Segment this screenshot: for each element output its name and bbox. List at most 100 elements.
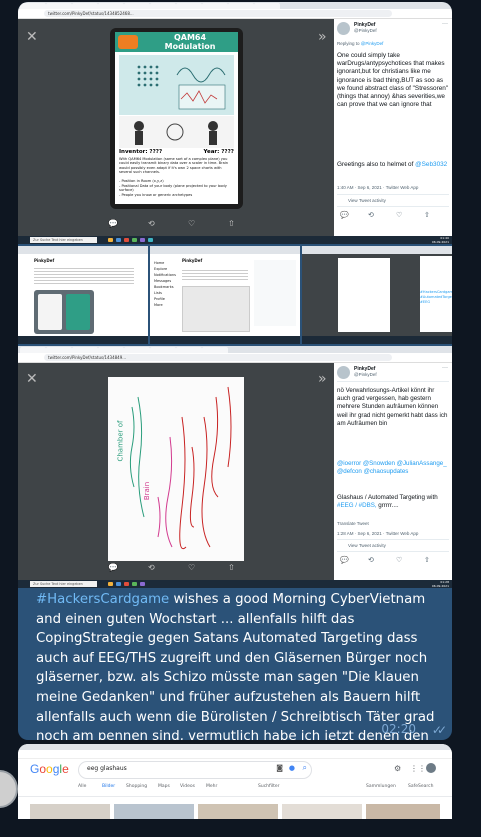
card-bullet: - People you know or generic archetypes — [119, 193, 193, 197]
image-viewer: ✕ » QAM64 Modulation Inventor: ???? Year… — [18, 19, 452, 236]
translate-link[interactable]: Translate Tweet — [337, 521, 369, 526]
replying-to: Replying to @PinkyDef — [337, 41, 384, 46]
tweet-panel: PinkyDef @PinkyDef ··· nö Verwahrlosungs… — [334, 363, 452, 580]
strip-thumb-mid[interactable]: Home Explore Notifications Messages Bookmark… — [150, 246, 300, 344]
taskbar-clock: 01:40 06.09.2021 — [431, 236, 449, 244]
handwritten-label: Chamber of — [116, 420, 125, 462]
tab-shopping[interactable]: Shopping — [126, 784, 147, 789]
tab-all[interactable]: Alle — [78, 784, 86, 789]
hashtag-link[interactable]: #EEG / #DBS, — [337, 502, 377, 509]
card-title: QAM64 — [173, 33, 207, 42]
image-viewer: ✕ » Chamber of Brain 💬 ⟲ ♡ ⇧ PinkyDef @P… — [18, 363, 452, 580]
retweet-icon[interactable]: ⟲ — [368, 556, 374, 564]
saved-button[interactable]: Sammlungen — [366, 784, 396, 789]
safesearch-button[interactable]: SafeSearch — [408, 784, 433, 789]
camera-icon[interactable]: ◙ — [276, 764, 283, 772]
google-tabs: Alle Bilder Shopping Maps Videos Mehr Su… — [78, 784, 318, 792]
reply-icon[interactable]: 💬 — [340, 556, 349, 564]
share-icon[interactable]: ⇧ — [228, 219, 235, 228]
image-result[interactable] — [114, 804, 194, 819]
caption-hashtag[interactable]: #HackersCardgame — [36, 592, 169, 607]
tab-more[interactable]: Mehr — [206, 784, 217, 789]
thumb-nav: Home Explore Notifications Messages Bookmark… — [154, 261, 176, 307]
card-year: Year: ???? — [203, 149, 234, 155]
thumb-hashtag: #EEG — [420, 300, 431, 304]
screenshot-strip[interactable]: PinkyDef Home Explore Notifications Message… — [18, 246, 452, 344]
tweet-author-handle[interactable]: @PinkyDef — [354, 372, 377, 377]
card-inventor: Inventor: ???? — [119, 149, 163, 155]
tab-maps[interactable]: Maps — [158, 784, 170, 789]
view-activity-link[interactable]: View Tweet activity — [348, 543, 386, 548]
person-illustration — [119, 116, 234, 148]
view-activity-link[interactable]: View Tweet activity — [348, 198, 386, 203]
tweet-timestamp[interactable]: 1:40 AM · Sep 6, 2021 · Twitter Web App — [337, 185, 418, 190]
taskbar-search[interactable]: Zur Suche Text hier eingeben — [30, 581, 97, 587]
qam64-card: QAM64 Modulation Inventor: ???? Year: ??… — [110, 28, 243, 209]
url-field[interactable]: twitter.com/PinkyDef/status/1434852468..… — [44, 10, 392, 17]
screenshot-twitter-drawing[interactable]: twitter.com/PinkyDef/status/1434849... ✕… — [18, 346, 452, 588]
thumb-title: PinkyDef — [182, 258, 203, 263]
retweet-icon[interactable]: ⟲ — [148, 219, 155, 228]
replying-handle[interactable]: @PinkyDef — [361, 41, 384, 46]
search-icon[interactable]: ⌕ — [303, 763, 307, 773]
tab-images[interactable]: Bilder — [102, 784, 115, 789]
avatar[interactable] — [426, 763, 436, 773]
tweet-author-handle[interactable]: @PinkyDef — [354, 28, 377, 33]
taskbar-search[interactable]: Zur Suche Text hier eingeben — [30, 237, 97, 243]
image-result[interactable] — [30, 804, 110, 819]
more-icon[interactable]: ··· — [442, 21, 448, 27]
like-icon[interactable]: ♡ — [188, 563, 195, 572]
google-logo[interactable]: Google — [30, 762, 69, 776]
apps-icon[interactable]: ⋮⋮ — [410, 764, 426, 773]
browser-tabbar — [18, 346, 452, 353]
mention-link[interactable]: @Seb3032 — [415, 161, 447, 168]
tweet-timestamp[interactable]: 1:28 AM · Sep 6, 2021 · Twitter Web App — [337, 531, 418, 536]
reply-icon[interactable]: 💬 — [108, 563, 118, 572]
message-time: 02:20 — [381, 722, 416, 736]
forward-icon[interactable]: » — [318, 29, 327, 45]
search-query[interactable]: eeg glashaus — [87, 765, 127, 772]
taskbar: Zur Suche Text hier eingeben 01:28 06.09.… — [18, 580, 452, 588]
card-bullet: - Positional Data of your body (plane pr… — [119, 184, 227, 193]
image-result[interactable] — [198, 804, 278, 819]
like-icon[interactable]: ♡ — [188, 219, 195, 228]
strip-thumb-left[interactable]: PinkyDef — [18, 246, 148, 344]
close-icon[interactable]: ✕ — [26, 29, 38, 45]
sender-avatar[interactable] — [0, 770, 18, 808]
caption-text: wishes a good Morning CyberVietnam and e… — [36, 592, 435, 740]
url-field[interactable]: twitter.com/PinkyDef/status/1434849... — [44, 354, 392, 361]
card-description: With QAM64 Modulation (same sort of a co… — [119, 157, 229, 175]
reply-icon[interactable]: 💬 — [108, 219, 118, 228]
tools-button[interactable]: Suchfilter — [258, 784, 280, 789]
browser-urlbar: twitter.com/PinkyDef/status/1434852468..… — [18, 9, 452, 19]
tweet-tail: Glashaus / Automated Targeting with #EEG… — [337, 494, 438, 510]
tweet-mentions[interactable]: @ioerror @Snowden @JulianAssange_ @defco… — [337, 460, 449, 476]
share-icon[interactable]: ⇧ — [228, 563, 235, 572]
like-icon[interactable]: ♡ — [396, 211, 402, 219]
read-checks-icon: ✓✓ — [431, 723, 447, 737]
like-icon[interactable]: ♡ — [396, 556, 402, 564]
message-bubble[interactable]: twitter.com/PinkyDef/status/1434852468..… — [18, 2, 452, 740]
browser-tabbar — [18, 2, 452, 9]
more-icon[interactable]: ··· — [442, 365, 448, 371]
share-icon[interactable]: ⇧ — [424, 556, 430, 564]
google-search-box[interactable]: eeg glashaus ◙ ● ⌕ — [78, 761, 312, 779]
constellation-diagram — [119, 55, 234, 115]
settings-icon[interactable]: ⚙ — [394, 764, 401, 773]
retweet-icon[interactable]: ⟲ — [148, 563, 155, 572]
card-header: QAM64 Modulation — [115, 32, 238, 52]
retweet-icon[interactable]: ⟲ — [368, 211, 374, 219]
image-result[interactable] — [366, 804, 440, 819]
tab-videos[interactable]: Videos — [180, 784, 195, 789]
close-icon[interactable]: ✕ — [26, 371, 38, 387]
tweet-body-greeting: Greetings also to helmet of @Seb3032 — [337, 161, 448, 168]
taskbar-clock: 01:28 06.09.2021 — [431, 580, 449, 588]
next-message-bubble[interactable]: Google eeg glashaus ◙ ● ⌕ ⚙ ⋮⋮ Alle Bild… — [18, 744, 452, 819]
reply-icon[interactable]: 💬 — [340, 211, 349, 219]
strip-thumb-right[interactable]: #HackersCardgame #AutomatedTargeting #EE… — [302, 246, 452, 344]
forward-icon[interactable]: » — [318, 371, 327, 387]
image-result[interactable] — [282, 804, 362, 819]
share-icon[interactable]: ⇧ — [424, 211, 430, 219]
mic-icon[interactable]: ● — [289, 764, 295, 772]
screenshot-twitter-card[interactable]: twitter.com/PinkyDef/status/1434852468..… — [18, 2, 452, 244]
